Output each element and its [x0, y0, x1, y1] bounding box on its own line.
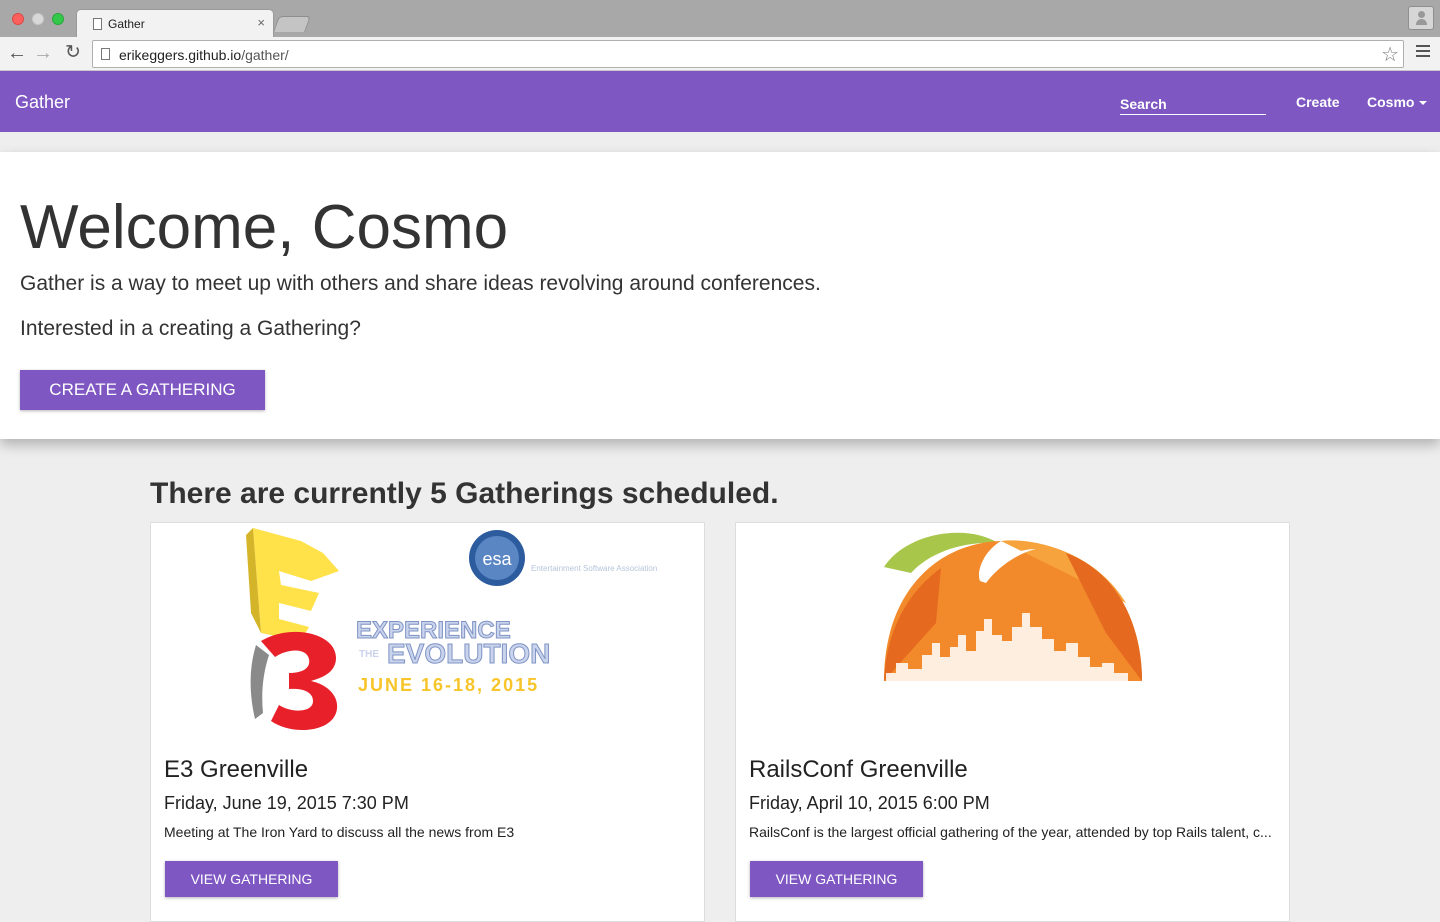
card-title: E3 Greenville [164, 756, 309, 783]
app-navbar: Gather Create Cosmo [0, 71, 1440, 132]
reload-icon[interactable]: ↻ [62, 42, 84, 64]
back-icon[interactable]: ← [6, 42, 28, 64]
create-gathering-button[interactable]: CREATE A GATHERING [20, 370, 265, 410]
address-url: erikeggers.github.io/gather/ [119, 47, 289, 63]
star-icon[interactable]: ☆ [1381, 42, 1399, 67]
page-icon [101, 48, 110, 60]
card-description: Meeting at The Iron Yard to discuss all … [164, 824, 515, 840]
railsconf-logo-image [884, 532, 1142, 689]
esa-caption: Entertainment Software Association [531, 564, 657, 573]
e3-dates-text: JUNE 16-18, 2015 [358, 675, 539, 695]
tab-title: Gather [108, 17, 145, 31]
esa-logo-text: esa [482, 549, 512, 569]
forward-icon[interactable]: → [32, 42, 54, 64]
tab-close-icon[interactable]: × [257, 15, 265, 30]
profile-icon [1416, 11, 1427, 25]
gathering-card: esa Entertainment Software Association E… [150, 522, 705, 922]
profile-button[interactable] [1408, 6, 1434, 30]
brand-link[interactable]: Gather [15, 92, 70, 113]
view-gathering-button[interactable]: VIEW GATHERING [165, 861, 338, 897]
close-window-button[interactable] [12, 13, 24, 25]
browser-titlebar: Gather × [0, 0, 1440, 37]
welcome-panel: Welcome, Cosmo Gather is a way to meet u… [0, 152, 1440, 439]
e3-logo-image: esa Entertainment Software Association E… [246, 528, 657, 731]
document-icon [93, 18, 102, 30]
minimize-window-button[interactable] [32, 13, 44, 25]
url-host: erikeggers.github.io [119, 47, 242, 63]
prompt-text: Interested in a creating a Gathering? [20, 317, 361, 340]
card-title: RailsConf Greenville [749, 756, 968, 783]
gathering-card: RailsConf Greenville Friday, April 10, 2… [735, 522, 1290, 922]
nav-create-link[interactable]: Create [1296, 94, 1340, 110]
maximize-window-button[interactable] [52, 13, 64, 25]
user-name: Cosmo [1367, 94, 1415, 110]
evolution-text: EVOLUTION [387, 638, 550, 669]
page-title: Welcome, Cosmo [20, 193, 509, 262]
intro-text: Gather is a way to meet up with others a… [20, 272, 821, 295]
browser-toolbar: ← → ↻ erikeggers.github.io/gather/ ☆ [0, 37, 1440, 71]
search-input[interactable] [1120, 93, 1266, 115]
url-path: /gather/ [241, 47, 289, 63]
browser-tab[interactable]: Gather × [76, 9, 274, 37]
the-text: THE [359, 649, 379, 660]
caret-down-icon [1419, 101, 1428, 106]
user-menu[interactable]: Cosmo [1367, 94, 1428, 110]
menu-icon[interactable] [1416, 45, 1430, 59]
card-date: Friday, April 10, 2015 6:00 PM [749, 793, 990, 813]
view-gathering-button[interactable]: VIEW GATHERING [750, 861, 923, 897]
card-description: RailsConf is the largest official gather… [749, 824, 1272, 840]
address-bar[interactable]: erikeggers.github.io/gather/ ☆ [92, 40, 1404, 68]
new-tab-button[interactable] [273, 16, 311, 32]
card-date: Friday, June 19, 2015 7:30 PM [164, 793, 409, 813]
gatherings-count: There are currently 5 Gatherings schedul… [150, 477, 779, 510]
